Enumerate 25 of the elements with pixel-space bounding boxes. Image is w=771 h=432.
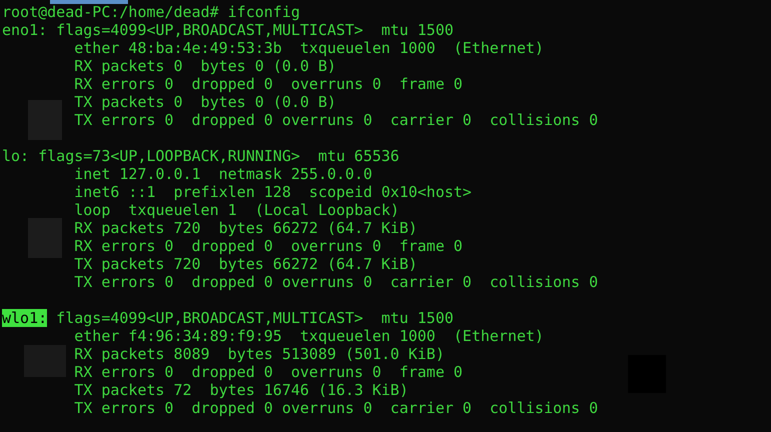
interface-name: wlo1: [2, 309, 48, 327]
interface-detail-line: loop txqueuelen 1 (Local Loopback) [74, 201, 400, 219]
interface-detail-line: RX packets 720 bytes 66272 (64.7 KiB) [74, 219, 418, 237]
interface-flags: flags=4099<UP,BROADCAST,MULTICAST> mtu 1500 [56, 309, 454, 327]
interface-detail-line: inet 127.0.0.1 netmask 255.0.0.0 [74, 165, 372, 183]
interface-detail-line: RX packets 8089 bytes 513089 (501.0 KiB) [74, 345, 444, 363]
interface-detail-line: ether 48:ba:4e:49:53:3b txqueuelen 1000 (Ethernet) [74, 39, 544, 57]
interface-detail-line: TX errors 0 dropped 0 overruns 0 carrier 0 collisions 0 [74, 273, 598, 291]
interface-flags: flags=4099<UP,BROADCAST,MULTICAST> mtu 1500 [56, 21, 454, 39]
interface-detail-line: inet6 ::1 prefixlen 128 scopeid 0x10<host> [74, 183, 472, 201]
interface-detail-line: ether f4:96:34:89:f9:95 txqueuelen 1000 (Ethernet) [74, 327, 544, 345]
interface-detail-line: TX packets 0 bytes 0 (0.0 B) [74, 93, 336, 111]
shell-prompt: root@dead-PC:/home/dead# [2, 3, 219, 21]
interface-detail-line: TX errors 0 dropped 0 overruns 0 carrier 0 collisions 0 [74, 111, 598, 129]
interface-flags: flags=73<UP,LOOPBACK,RUNNING> mtu 65536 [38, 147, 400, 165]
interface-detail-line: TX packets 720 bytes 66272 (64.7 KiB) [74, 255, 418, 273]
interface-detail-line: RX errors 0 dropped 0 overruns 0 frame 0 [74, 237, 463, 255]
interface-detail-line: RX errors 0 dropped 0 overruns 0 frame 0 [74, 75, 463, 93]
interface-name: lo: [2, 147, 30, 165]
interface-detail-line: RX errors 0 dropped 0 overruns 0 frame 0 [74, 363, 463, 381]
interface-detail-line: RX packets 0 bytes 0 (0.0 B) [74, 57, 336, 75]
interface-detail-line: TX errors 0 dropped 0 overruns 0 carrier 0 collisions 0 [74, 399, 598, 417]
command-text: ifconfig [228, 3, 300, 21]
interface-name: eno1: [2, 21, 48, 39]
interface-detail-line: TX packets 72 bytes 16746 (16.3 KiB) [74, 381, 408, 399]
